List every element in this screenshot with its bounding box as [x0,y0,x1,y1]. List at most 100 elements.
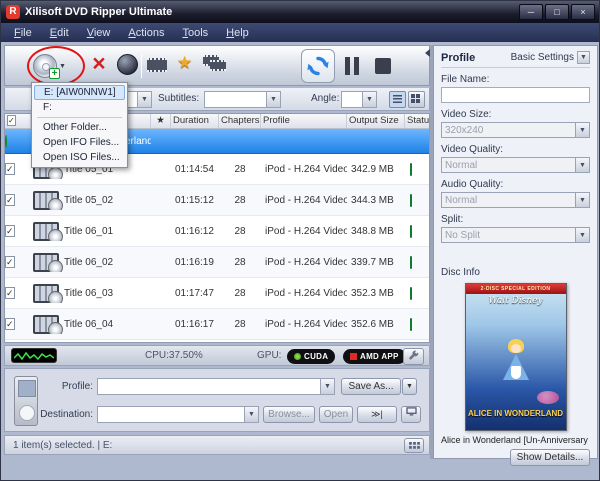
effects-icon[interactable]: ★ [177,53,192,73]
amd-app-toggle-button[interactable]: AMD APP [343,349,406,364]
open-dvd-menu: E: [AIW0NNW1] F: Other Folder... Open IF… [31,82,128,168]
menu-tools[interactable]: Tools [173,25,217,41]
chevron-down-icon: ▼ [575,123,589,137]
chevron-down-icon: ▼ [577,51,590,64]
table-row[interactable]: ✓ Title 06_04 01:16:17 28 iPod - H.264 V… [5,309,429,340]
audio-quality-dropdown[interactable]: Normal ▼ [441,192,590,208]
title-name: Title 06_04 [64,318,114,330]
header-duration[interactable]: Duration [171,114,219,128]
header-chapters[interactable]: Chapters [219,114,261,128]
status-badge [410,255,412,269]
title-name: Title 05_02 [64,194,114,206]
globe-icon[interactable] [117,54,138,75]
checkbox-icon: ✓ [7,115,16,126]
preview-toggle-button[interactable] [401,406,421,423]
titlebar: R Xilisoft DVD Ripper Ultimate ─ □ × [1,1,599,23]
show-details-button[interactable]: Show Details... [510,449,590,466]
file-name-input[interactable] [441,87,590,103]
settings-mode-dropdown[interactable]: Basic Settings ▼ [511,51,590,64]
row-checkbox[interactable]: ✓ [5,286,15,299]
merge-icon[interactable] [203,55,226,71]
menu-item-drive-f[interactable]: F: [34,100,125,115]
row-checkbox[interactable]: ✓ [5,224,15,237]
screen-icon [405,407,417,416]
title-output-size: 342.9 MB [351,163,394,175]
title-duration: 01:16:12 [175,225,214,237]
cover-banner: 2-DISC SPECIAL EDITION [465,284,566,294]
cpu-usage-text: CPU:37.50% [145,350,203,361]
open-dvd-button[interactable]: + ▼ [33,50,79,82]
table-row[interactable]: ✓ Title 06_02 01:16:19 28 iPod - H.264 V… [5,247,429,278]
browse-button[interactable]: Browse... [263,406,315,423]
maximize-button[interactable]: □ [545,4,569,20]
video-size-dropdown[interactable]: 320x240 ▼ [441,122,590,138]
amd-icon [350,353,357,360]
convert-button[interactable] [301,49,335,83]
pause-button[interactable] [345,57,363,75]
chevron-down-icon: ▼ [320,379,334,394]
table-row[interactable]: ✓ Title 06_01 01:16:12 28 iPod - H.264 V… [5,216,429,247]
status-badge [410,162,412,176]
chevron-down-icon: ▼ [362,92,376,107]
queue-expand-button[interactable]: ≫| [357,406,397,423]
header-status[interactable]: Status [405,114,429,128]
table-row[interactable]: ✓ Title 05_02 01:15:12 28 iPod - H.264 V… [5,185,429,216]
menu-item-open-iso[interactable]: Open ISO Files... [34,150,125,165]
table-row[interactable]: ✓ Title 06_03 01:17:47 28 iPod - H.264 V… [5,278,429,309]
video-size-label: Video Size: [441,109,492,120]
panel-header: Profile Basic Settings ▼ [441,51,590,68]
row-checkbox[interactable]: ✓ [5,317,15,330]
stop-button[interactable] [375,58,391,74]
title-chapters: 28 [234,287,246,299]
status-badge [410,224,412,238]
header-select[interactable]: ✓ [5,114,31,128]
save-as-arrow-button[interactable]: ▼ [402,378,417,395]
angle-dropdown[interactable]: ▼ [341,91,377,108]
audio-quality-label: Audio Quality: [441,179,504,190]
output-panel: Profile: ▼ Save As... ▼ Destination: ▼ B… [4,368,430,432]
profile-dropdown[interactable]: ▼ [97,378,335,395]
menu-actions[interactable]: Actions [119,25,173,41]
thumbnail-view-button[interactable] [408,91,425,108]
panel-title: Profile [441,51,476,64]
gpu-settings-button[interactable] [403,348,424,365]
video-quality-dropdown[interactable]: Normal ▼ [441,157,590,173]
menu-help[interactable]: Help [217,25,258,41]
subtitles-label: Subtitles: [158,93,200,104]
title-thumbnail-icon [33,283,63,303]
open-button[interactable]: Open [319,406,353,423]
row-checkbox[interactable]: ✓ [5,255,15,268]
wrench-icon [408,350,419,360]
title-chapters: 28 [234,194,246,206]
chevron-down-icon: ▼ [575,158,589,172]
cuda-toggle-button[interactable]: CUDA [287,349,336,364]
row-checkbox[interactable]: ✓ [5,162,15,175]
subtitles-dropdown[interactable]: ▼ [204,91,281,108]
split-dropdown[interactable]: No Split ▼ [441,227,590,243]
menu-item-drive-e[interactable]: E: [AIW0NNW1] [34,85,125,100]
panel-layout-button[interactable] [404,438,424,453]
header-profile[interactable]: Profile [261,114,347,128]
header-output-size[interactable]: Output Size [347,114,405,128]
clip-icon[interactable] [147,58,167,72]
header-favorite[interactable]: ★ [151,114,171,128]
destination-dropdown[interactable]: ▼ [97,406,259,423]
menu-item-other-folder[interactable]: Other Folder... [34,120,125,135]
file-name-label: File Name: [441,74,490,85]
minimize-button[interactable]: ─ [519,4,543,20]
remove-button[interactable]: × [87,52,111,76]
menu-file[interactable]: File [5,25,41,41]
disc-cover-art: 2-DISC SPECIAL EDITION Walt Disney ALICE… [464,283,567,431]
status-text: 1 item(s) selected. | E: [13,440,113,451]
grid-icon [408,442,420,449]
menu-edit[interactable]: Edit [41,25,78,41]
menu-view[interactable]: View [78,25,120,41]
title-output-size: 348.8 MB [351,225,394,237]
menu-item-open-ifo[interactable]: Open IFO Files... [34,135,125,150]
performance-bar: CPU:37.50% GPU: CUDA AMD APP [4,345,430,366]
list-view-button[interactable] [389,91,406,108]
save-as-button[interactable]: Save As... [341,378,401,395]
close-button[interactable]: × [571,4,595,20]
row-checkbox[interactable]: ✓ [5,193,15,206]
collapse-panel-icon[interactable] [425,49,430,57]
